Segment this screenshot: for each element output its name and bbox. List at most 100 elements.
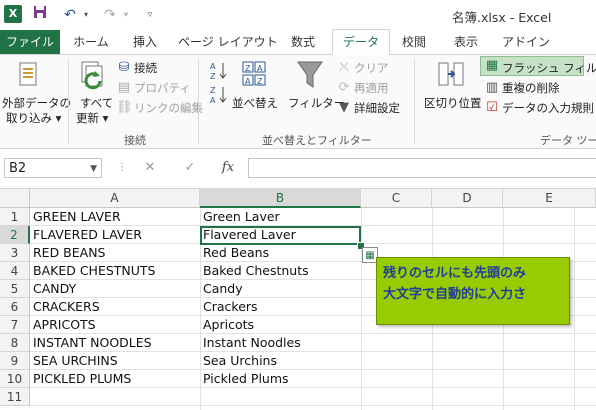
column-header-e[interactable]: E <box>503 189 596 208</box>
connections-icon[interactable]: ⛁ <box>116 59 132 77</box>
cell-a10[interactable]: PICKLED PLUMS <box>30 370 200 388</box>
get-external-data-icon[interactable] <box>14 61 44 93</box>
edit-links-icon: ⛓ <box>116 100 133 115</box>
sort-dialog-icon[interactable]: ZAAZ <box>240 59 268 89</box>
tab-addins[interactable]: アドイン <box>498 30 554 54</box>
sort-ascending-icon[interactable]: AZ <box>208 61 230 81</box>
advanced-button[interactable]: 詳細設定 <box>354 100 400 116</box>
sort-descending-icon[interactable]: ZA <box>208 85 230 105</box>
formula-bar: B2 ▼ ⋮ ✕ ✓ fx <box>0 150 596 189</box>
insert-function-icon[interactable]: fx <box>218 159 238 177</box>
svg-text:A: A <box>210 96 216 105</box>
undo-dropdown-icon[interactable]: ▾ <box>76 5 96 25</box>
gridline <box>574 208 575 410</box>
cell-b10[interactable]: Pickled Plums <box>200 370 361 388</box>
get-external-data-label[interactable]: 外部データの <box>2 95 71 111</box>
column-header-d[interactable]: D <box>432 189 503 208</box>
group-label-connections: 接続 <box>124 134 146 147</box>
cell-b1[interactable]: Green Laver <box>200 208 361 226</box>
cell-a6[interactable]: CRACKERS <box>30 298 200 316</box>
row-header[interactable]: 6 <box>0 298 30 316</box>
properties-icon: ▤ <box>117 80 131 95</box>
column-header-a[interactable]: A <box>30 189 200 208</box>
cell-b4[interactable]: Baked Chestnuts <box>200 262 361 280</box>
data-validation-button[interactable]: データの入力規則 <box>502 100 594 116</box>
redo-dropdown-icon[interactable]: ▾ <box>116 5 136 25</box>
svg-text:Z: Z <box>210 86 216 95</box>
row-header[interactable]: 5 <box>0 280 30 298</box>
properties-button: プロパティ <box>134 81 191 95</box>
edit-links-button: リンクの編集 <box>134 101 203 115</box>
data-validation-icon[interactable]: ☑ <box>484 99 500 117</box>
group-divider <box>68 59 69 143</box>
tab-page-layout[interactable]: ページ レイアウト <box>178 30 278 54</box>
callout-note: 残りのセルにも先頭のみ 大文字で自動的に入力さ <box>376 257 570 325</box>
flash-fill-button[interactable]: フラッシュ フィル <box>502 60 596 76</box>
refresh-all-icon[interactable] <box>78 59 112 93</box>
gridline <box>361 208 362 410</box>
group-label-data-tools: データ ツー <box>540 134 596 147</box>
name-box-value[interactable]: B2 <box>9 161 26 176</box>
row-header[interactable]: 10 <box>0 370 30 388</box>
tab-view[interactable]: 表示 <box>444 30 488 54</box>
svg-text:Z: Z <box>210 72 216 81</box>
callout-line-1: 残りのセルにも先頭のみ <box>383 266 527 281</box>
tab-data[interactable]: データ <box>332 29 390 56</box>
formula-input[interactable] <box>248 158 596 178</box>
tab-file[interactable]: ファイル <box>0 30 60 54</box>
column-header-b[interactable]: B <box>200 189 361 208</box>
cell-b9[interactable]: Sea Urchins <box>200 352 361 370</box>
customize-qat-icon[interactable]: ▿ <box>140 5 160 25</box>
tab-review[interactable]: 校閲 <box>394 30 434 54</box>
group-divider <box>414 59 415 143</box>
cell-a8[interactable]: INSTANT NOODLES <box>30 334 200 352</box>
row-header[interactable]: 3 <box>0 244 30 262</box>
flash-fill-icon[interactable]: ▦ <box>484 57 500 75</box>
select-all-corner[interactable] <box>0 189 30 208</box>
remove-duplicates-button[interactable]: 重複の削除 <box>502 80 560 96</box>
cell-b5[interactable]: Candy <box>200 280 361 298</box>
cell-a1[interactable]: GREEN LAVER <box>30 208 200 226</box>
get-external-data-label-2[interactable]: 取り込み ▾ <box>6 110 61 126</box>
row-header[interactable]: 2 <box>0 226 30 244</box>
text-to-columns-button[interactable]: 区切り位置 <box>424 95 482 111</box>
svg-text:A: A <box>257 64 263 73</box>
callout-line-2: 大文字で自動的に入力さ <box>383 287 527 302</box>
remove-duplicates-icon[interactable]: ▥ <box>484 79 500 97</box>
row-header[interactable]: 4 <box>0 262 30 280</box>
refresh-all-label[interactable]: すべて <box>80 95 113 111</box>
tab-formulas[interactable]: 数式 <box>282 30 324 54</box>
sort-button[interactable]: 並べ替え <box>232 95 278 111</box>
active-cell-outline <box>200 226 361 245</box>
connections-button[interactable]: 接続 <box>134 60 157 76</box>
cell-b6[interactable]: Crackers <box>200 298 361 316</box>
cell-a9[interactable]: SEA URCHINS <box>30 352 200 370</box>
column-header-c[interactable]: C <box>361 189 432 208</box>
row-header[interactable]: 7 <box>0 316 30 334</box>
refresh-all-label-2[interactable]: 更新 ▾ <box>76 110 108 126</box>
cell-b8[interactable]: Instant Noodles <box>200 334 361 352</box>
confirm-entry-icon[interactable]: ✓ <box>180 159 200 177</box>
text-to-columns-icon[interactable] <box>436 59 466 91</box>
name-box-dropdown-icon[interactable]: ▼ <box>90 159 97 179</box>
filter-icon[interactable] <box>296 59 324 91</box>
cell-a3[interactable]: RED BEANS <box>30 244 200 262</box>
advanced-filter-icon[interactable]: ▼ <box>336 99 352 117</box>
save-icon[interactable] <box>30 5 50 25</box>
cancel-entry-icon[interactable]: ✕ <box>140 159 160 177</box>
cell-a2[interactable]: FLAVERED LAVER <box>30 226 200 244</box>
cell-b7[interactable]: Apricots <box>200 316 361 334</box>
group-divider <box>198 59 199 143</box>
row-header[interactable]: 9 <box>0 352 30 370</box>
tab-insert[interactable]: 挿入 <box>124 30 166 54</box>
row-header[interactable]: 11 <box>0 388 30 406</box>
cell-a4[interactable]: BAKED CHESTNUTS <box>30 262 200 280</box>
row-header[interactable]: 1 <box>0 208 30 226</box>
cell-a5[interactable]: CANDY <box>30 280 200 298</box>
reapply-button: 再適用 <box>354 81 389 95</box>
row-header[interactable]: 8 <box>0 334 30 352</box>
cell-a7[interactable]: APRICOTS <box>30 316 200 334</box>
cell-b3[interactable]: Red Beans <box>200 244 361 262</box>
name-box[interactable]: B2 ▼ <box>4 158 102 178</box>
tab-home[interactable]: ホーム <box>66 30 116 54</box>
